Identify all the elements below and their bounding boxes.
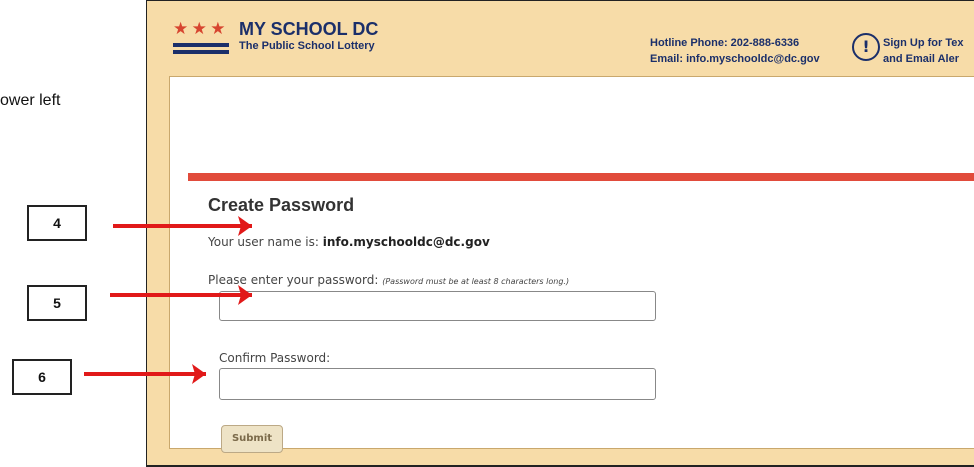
contact-email[interactable]: Email: info.myschooldc@dc.gov	[650, 51, 820, 67]
alert-icon: !	[852, 33, 880, 61]
sign-up-alerts-link[interactable]: Sign Up for Tex and Email Aler	[883, 35, 963, 67]
username-line: Your user name is: info.myschooldc@dc.go…	[208, 235, 490, 249]
page-title: Create Password	[208, 195, 355, 215]
logo-stripe-bottom	[173, 50, 229, 54]
username-prefix: Your user name is:	[208, 235, 319, 249]
confirm-password-label: Confirm Password:	[219, 351, 331, 365]
hotline-phone: Hotline Phone: 202-888-6336	[650, 37, 800, 49]
alerts-text-line-2: and Email Aler	[883, 53, 960, 65]
red-accent-bar	[188, 173, 974, 181]
logo-stripe-top	[173, 43, 229, 47]
password-requirement-note: (Password must be at least 8 characters …	[382, 277, 570, 286]
confirm-password-input[interactable]	[219, 368, 656, 400]
contact-info: Hotline Phone: 202-888-6336 Email: info.…	[650, 35, 820, 67]
alerts-text-line-1: Sign Up for Tex	[883, 37, 964, 49]
brand-tagline: The Public School Lottery	[239, 40, 375, 52]
password-input[interactable]	[219, 291, 656, 321]
browser-screenshot-frame: ★ ★ ★ MY SCHOOL DC The Public School Lot…	[146, 0, 974, 467]
stars-icon: ★ ★ ★	[173, 19, 226, 39]
callout-step-5: 5	[27, 285, 87, 321]
callout-step-4: 4	[27, 205, 87, 241]
callout-step-6: 6	[12, 359, 72, 395]
site-header: ★ ★ ★ MY SCHOOL DC The Public School Lot…	[147, 1, 974, 76]
brand-name: MY SCHOOL DC	[239, 19, 379, 39]
password-label: Please enter your password: (Password mu…	[208, 273, 569, 287]
create-password-panel: Create Password Your user name is: info.…	[169, 76, 974, 453]
document-text-fragment: ower left	[0, 92, 61, 109]
username-value: info.myschooldc@dc.gov	[322, 235, 490, 249]
password-label-text: Please enter your password:	[208, 273, 379, 287]
submit-button[interactable]: Submit	[221, 425, 283, 453]
